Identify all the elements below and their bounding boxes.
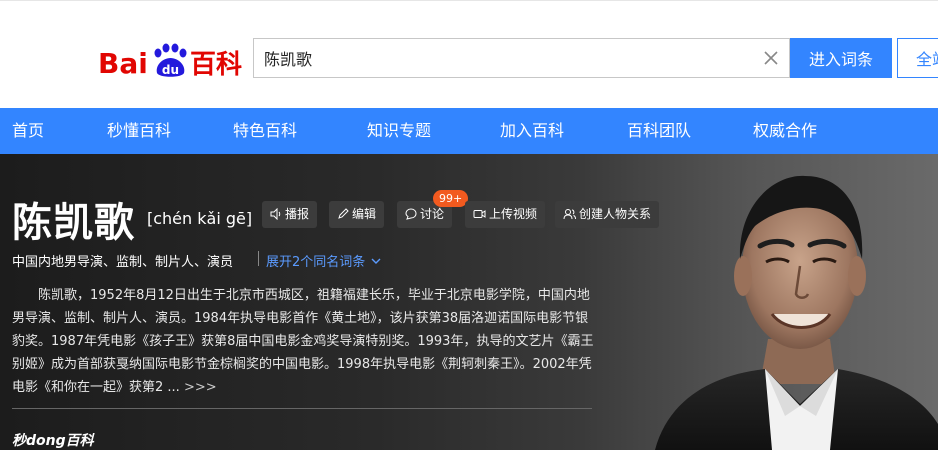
summary-divider: [12, 408, 592, 409]
nav-item-join[interactable]: 加入百科: [500, 108, 564, 154]
search-input[interactable]: [254, 39, 754, 77]
nav-item-home[interactable]: 首页: [12, 108, 44, 154]
miaodong-logo[interactable]: 秒dong百科: [12, 430, 94, 450]
chevron-down-icon: [371, 258, 381, 264]
entry-pinyin: [chén kǎi gē]: [147, 209, 253, 228]
people-icon: [563, 209, 576, 220]
svg-text:百科: 百科: [190, 50, 242, 79]
pencil-icon: [338, 208, 349, 219]
speaker-icon: [270, 207, 281, 221]
discuss-label: 讨论: [420, 207, 445, 221]
entry-title: 陈凯歌: [12, 200, 135, 246]
create-relation-button[interactable]: 创建人物关系: [555, 201, 660, 228]
comment-icon: [405, 208, 417, 220]
entry-banner: 陈凯歌 [chén kǎi gē] 播报 编辑 讨论 99+ 上传视频 创建人物…: [0, 154, 938, 450]
play-button[interactable]: 播报: [262, 201, 318, 228]
nav-item-team[interactable]: 百科团队: [627, 108, 691, 154]
nav-item-featured[interactable]: 特色百科: [233, 108, 297, 154]
discuss-count-badge: 99+: [433, 190, 469, 207]
nav-item-topics[interactable]: 知识专题: [367, 108, 431, 154]
expand-homonyms-link[interactable]: 展开2个同名词条: [266, 251, 381, 270]
summary-text: 陈凯歌，1952年8月12日出生于北京市西城区，祖籍福建长乐，毕业于北京电影学院…: [12, 288, 594, 395]
main-nav: 首页 秒懂百科 特色百科 知识专题 加入百科 百科团队 权威合作: [0, 108, 938, 154]
entry-summary: 陈凯歌，1952年8月12日出生于北京市西城区，祖籍福建长乐，毕业于北京电影学院…: [12, 284, 594, 399]
summary-ellipsis: ...: [163, 380, 184, 395]
video-icon: [473, 210, 486, 218]
svg-text:du: du: [162, 63, 179, 77]
enter-entry-button[interactable]: 进入词条: [790, 38, 892, 78]
search-box: [253, 38, 790, 78]
portrait-image: [655, 175, 938, 450]
edit-label: 编辑: [352, 207, 377, 221]
read-more-link[interactable]: >>>: [184, 380, 217, 395]
create-relation-label: 创建人物关系: [579, 207, 652, 221]
svg-text:Bai: Bai: [98, 47, 148, 79]
baidu-baike-logo[interactable]: Bai du 百科: [98, 43, 244, 80]
expand-label: 展开2个同名词条: [266, 255, 366, 270]
subtitle-divider: [258, 251, 259, 266]
play-label: 播报: [285, 207, 310, 221]
upload-video-label: 上传视频: [489, 207, 538, 221]
nav-item-miaodong[interactable]: 秒懂百科: [107, 108, 171, 154]
edit-button[interactable]: 编辑: [329, 201, 385, 228]
close-icon[interactable]: [763, 50, 779, 66]
upload-video-button[interactable]: 上传视频: [465, 201, 546, 228]
nav-item-cooperation[interactable]: 权威合作: [753, 108, 817, 154]
search-all-button[interactable]: 全站: [897, 38, 938, 78]
header: Bai du 百科 进入词条 全站: [0, 0, 938, 108]
entry-subtitle: 中国内地男导演、监制、制片人、演员: [12, 255, 234, 270]
page-root: Bai du 百科 进入词条 全站 首页 秒懂百科: [0, 0, 938, 450]
